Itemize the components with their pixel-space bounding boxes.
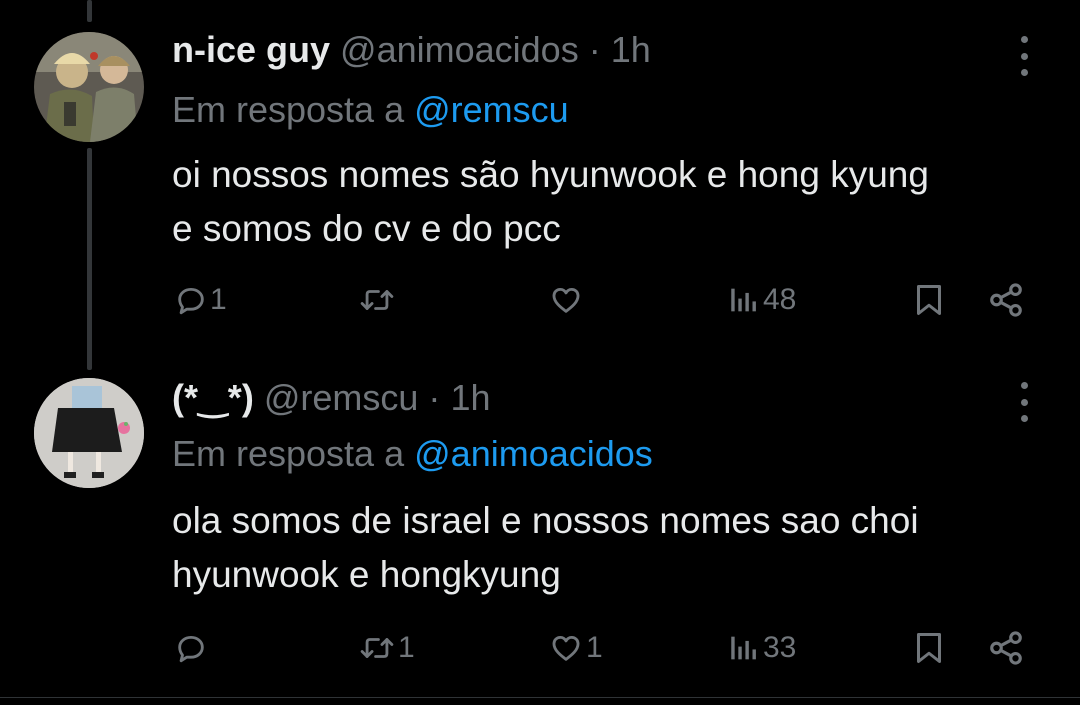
more-icon[interactable]	[1013, 36, 1035, 76]
tweet-text: oi nossos nomes são hyunwook e hong kyun…	[172, 154, 929, 249]
like-button[interactable]: 1	[548, 623, 603, 673]
reply-icon	[178, 635, 204, 663]
bookmark-button[interactable]	[911, 275, 947, 325]
reply-handle-link[interactable]: @remscu	[414, 89, 569, 130]
heart-icon	[552, 287, 580, 313]
views-icon	[731, 636, 756, 660]
reply-handle-link[interactable]: @animoacidos	[414, 433, 653, 474]
display-name[interactable]: (*‿*)	[172, 377, 254, 418]
views-button[interactable]: 48	[727, 275, 796, 325]
views-count: 48	[763, 283, 797, 316]
retweet-count: 1	[398, 631, 415, 664]
user-handle[interactable]: @remscu	[264, 377, 419, 418]
reply-button[interactable]	[174, 623, 210, 673]
share-button[interactable]	[986, 275, 1026, 325]
reply-button[interactable]: 1	[174, 275, 227, 325]
user-handle[interactable]: @animoacidos	[340, 29, 579, 70]
action-bar: 1 1 33	[0, 623, 1080, 673]
separator: ·	[428, 377, 441, 418]
like-button[interactable]	[548, 275, 586, 325]
avatar[interactable]	[34, 378, 144, 488]
heart-icon	[552, 635, 580, 661]
share-icon	[990, 631, 1022, 665]
reply-prefix: Em resposta a	[172, 433, 405, 474]
retweet-icon	[360, 638, 394, 658]
timestamp[interactable]: 1h	[450, 377, 490, 418]
tweet-header: n-ice guy @animoacidos · 1h	[172, 28, 651, 72]
retweet-button[interactable]	[358, 275, 398, 325]
views-count: 33	[763, 631, 797, 664]
bookmark-button[interactable]	[911, 623, 947, 673]
retweet-icon	[360, 290, 394, 310]
reply-prefix: Em resposta a	[172, 89, 405, 130]
reply-context: Em resposta a @remscu	[172, 88, 569, 132]
tweet-text: ola somos de israel e nossos nomes sao c…	[172, 500, 919, 595]
retweet-button[interactable]: 1	[358, 623, 415, 673]
action-bar: 1 48	[0, 275, 1080, 325]
reply-count: 1	[210, 283, 227, 316]
like-count: 1	[586, 631, 603, 664]
tweet[interactable]: n-ice guy @animoacidos · 1h Em resposta …	[0, 0, 1080, 350]
views-button[interactable]: 33	[727, 623, 796, 673]
bookmark-icon	[917, 285, 941, 315]
tweet-header: (*‿*) @remscu · 1h	[172, 376, 490, 420]
display-name[interactable]: n-ice guy	[172, 29, 330, 70]
tweet[interactable]: (*‿*) @remscu · 1h Em resposta a @animoa…	[0, 350, 1080, 705]
reply-context: Em resposta a @animoacidos	[172, 432, 653, 476]
avatar[interactable]	[34, 32, 144, 142]
views-icon	[731, 288, 756, 312]
bookmark-icon	[917, 633, 941, 663]
share-button[interactable]	[986, 623, 1026, 673]
separator: ·	[588, 29, 601, 70]
share-icon	[990, 283, 1022, 317]
more-icon[interactable]	[1013, 382, 1035, 422]
reply-icon	[178, 287, 204, 315]
divider	[0, 697, 1080, 698]
timestamp[interactable]: 1h	[611, 29, 651, 70]
